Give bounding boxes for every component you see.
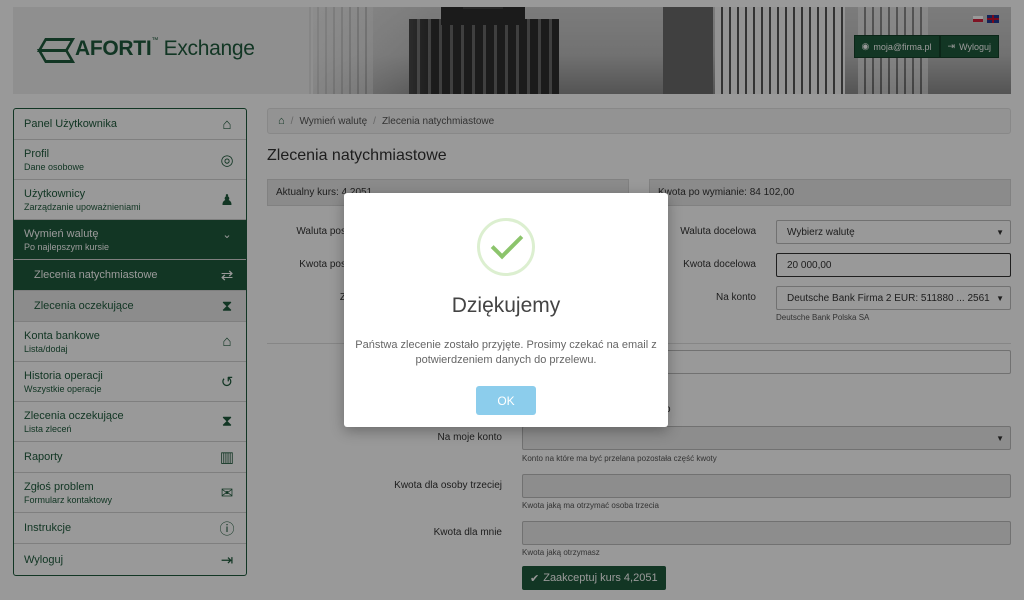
modal-message: Państwa zlecenie zostało przyjęte. Prosi… <box>355 339 657 366</box>
ok-button[interactable]: OK <box>476 386 536 415</box>
success-check-icon <box>477 218 535 276</box>
modal-title: Dziękujemy <box>451 294 561 317</box>
thank-you-modal: Dziękujemy Państwa zlecenie zostało przy… <box>344 193 668 427</box>
